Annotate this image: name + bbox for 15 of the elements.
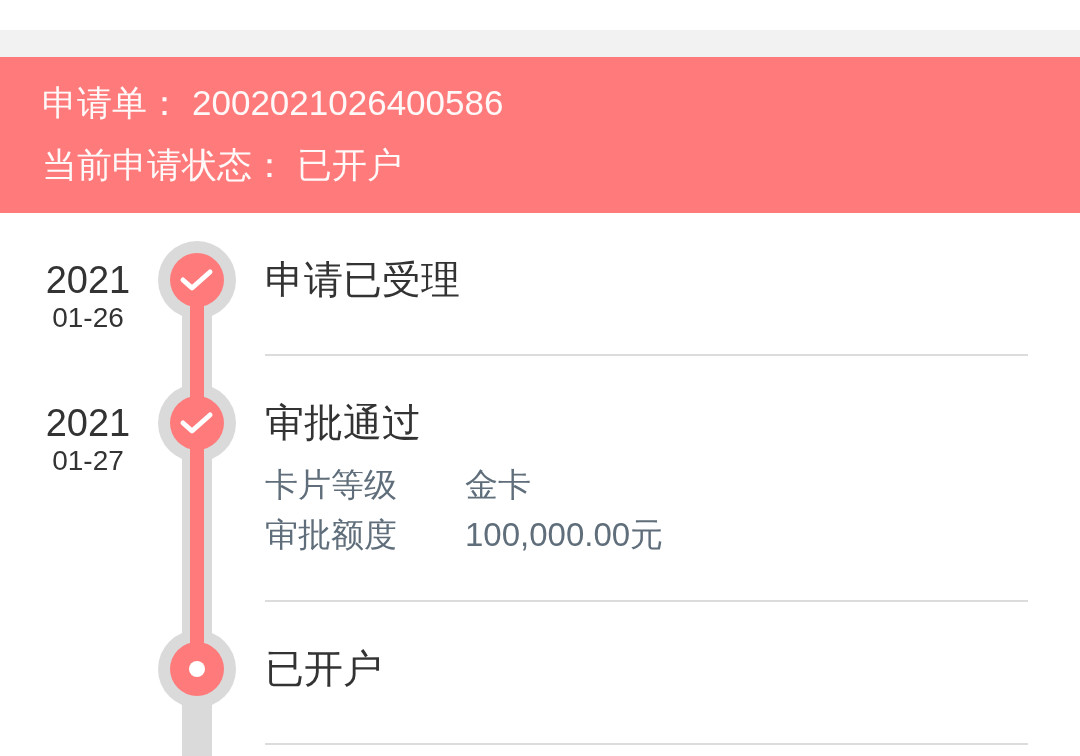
step-date: 01-27 bbox=[52, 444, 124, 478]
application-number: 2002021026400586 bbox=[192, 83, 504, 123]
detail-value: 100,000.00元 bbox=[465, 514, 664, 555]
status-value: 已开户 bbox=[297, 143, 402, 186]
step-title: 已开户 bbox=[265, 646, 383, 692]
step-year: 2021 bbox=[45, 260, 131, 300]
status-label: 当前申请状态： bbox=[42, 143, 287, 186]
step-title: 审批通过 bbox=[265, 400, 422, 446]
step-year: 2021 bbox=[45, 403, 131, 443]
detail-label: 审批额度 bbox=[265, 514, 398, 555]
step-title: 申请已受理 bbox=[265, 257, 461, 303]
step-date: 01-26 bbox=[52, 301, 124, 335]
application-label: 申请单： bbox=[42, 81, 182, 124]
detail-value: 金卡 bbox=[465, 464, 531, 505]
detail-label: 卡片等级 bbox=[265, 464, 398, 505]
